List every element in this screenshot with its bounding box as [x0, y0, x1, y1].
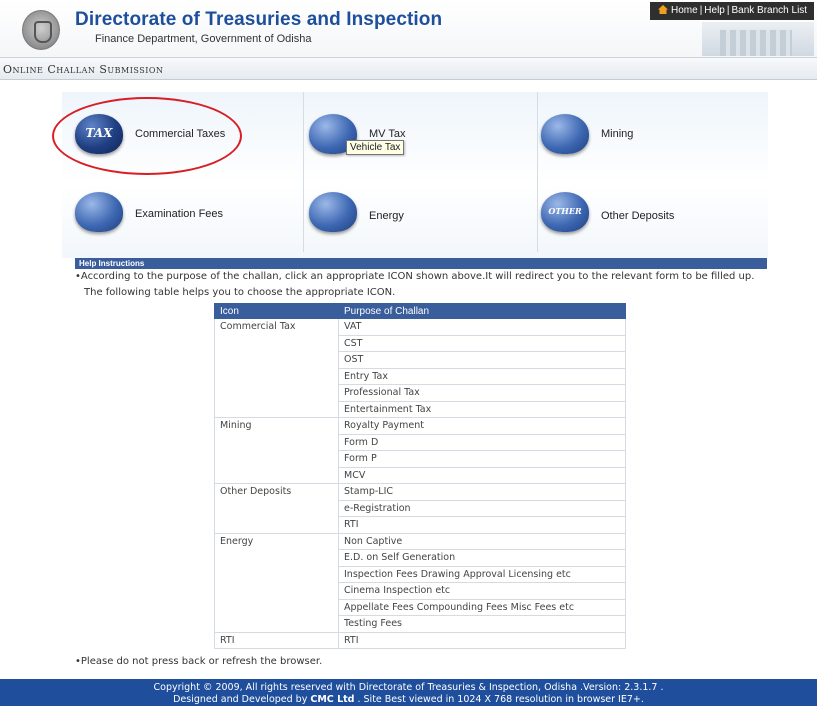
- purpose-cell: Testing Fees: [338, 615, 626, 633]
- purpose-cell: Entertainment Tax: [338, 400, 626, 418]
- site-footer: Copyright © 2009, All rights reserved wi…: [0, 679, 817, 706]
- site-title: Directorate of Treasuries and Inspection: [75, 9, 443, 30]
- purpose-cell: VAT: [338, 318, 626, 336]
- link-separator: |: [699, 5, 703, 16]
- icon-category-cell: Energy: [214, 532, 339, 633]
- commercial-taxes-label: Commercial Taxes: [135, 128, 226, 140]
- column-divider: [537, 92, 538, 252]
- table-row: Other Deposits Stamp-LIC: [214, 483, 626, 534]
- site-subtitle: Finance Department, Government of Odisha: [95, 33, 312, 45]
- table-body: Commercial Tax VAT CST OST Entry Tax Professi…: [214, 318, 626, 649]
- building-banner-image: [702, 22, 814, 56]
- home-icon[interactable]: [658, 5, 668, 14]
- commercial-taxes-button[interactable]: TAX Commercial Taxes: [75, 110, 225, 158]
- table-header-row: Icon Purpose of Challan: [214, 303, 626, 319]
- section-title: Online Challan Submission: [3, 63, 164, 76]
- table-row: Mining Royalty Payment: [214, 417, 626, 484]
- mining-label: Mining: [601, 128, 634, 140]
- footer-brand: CMC Ltd: [310, 694, 355, 705]
- top-links: Home | Help | Bank Branch List: [650, 2, 814, 20]
- other-deposits-label: Other Deposits: [601, 210, 675, 222]
- section-bar: Online Challan Submission: [0, 58, 817, 80]
- footer-credits: Designed and Developed by CMC Ltd . Site…: [0, 694, 817, 706]
- purpose-cell: CST: [338, 334, 626, 352]
- other-deposits-icon: OTHER: [541, 192, 589, 232]
- purpose-cell: e-Registration: [338, 499, 626, 517]
- table-header-icon: Icon: [214, 303, 339, 319]
- energy-button[interactable]: Energy: [309, 190, 439, 238]
- mv-tax-label: MV Tax: [369, 128, 406, 140]
- icon-category-cell: RTI: [214, 631, 339, 649]
- footer-copyright: Copyright © 2009, All rights reserved wi…: [153, 682, 664, 693]
- purpose-cell: RTI: [338, 631, 626, 649]
- back-refresh-notice: •Please do not press back or refresh the…: [75, 656, 323, 667]
- table-row: Energy Non Captive: [214, 532, 626, 633]
- vehicle-tax-tooltip: Vehicle Tax: [346, 140, 405, 155]
- icon-category-cell: Other Deposits: [214, 483, 339, 534]
- challan-guide-table: Icon Purpose of Challan Commercial Tax VA…: [214, 303, 626, 649]
- purpose-cell: E.D. on Self Generation: [338, 549, 626, 567]
- energy-icon: [309, 192, 357, 232]
- tax-icon: TAX: [75, 114, 123, 154]
- examination-fees-button[interactable]: Examination Fees: [75, 190, 225, 238]
- other-deposits-button[interactable]: OTHER Other Deposits: [541, 190, 701, 238]
- purpose-cell: MCV: [338, 466, 626, 484]
- purpose-cell: Non Captive: [338, 532, 626, 550]
- purpose-cell: RTI: [338, 516, 626, 534]
- link-separator: |: [726, 5, 730, 16]
- site-header: Directorate of Treasuries and Inspection…: [0, 0, 817, 58]
- footer-credits-suffix: . Site Best viewed in 1024 X 768 resolut…: [354, 694, 644, 705]
- examination-fees-label: Examination Fees: [135, 208, 224, 220]
- mining-button[interactable]: Mining: [541, 110, 661, 158]
- purpose-cell: Royalty Payment: [338, 417, 626, 435]
- purpose-cell: Inspection Fees Drawing Approval Licensi…: [338, 565, 626, 583]
- help-heading: Help Instructions: [75, 258, 767, 269]
- graduation-cap-icon: [75, 192, 123, 232]
- footer-credits-prefix: Designed and Developed by: [173, 694, 311, 705]
- home-link[interactable]: Home: [671, 5, 698, 16]
- help-link[interactable]: Help: [704, 5, 725, 16]
- purpose-cell: Cinema Inspection etc: [338, 582, 626, 600]
- help-line-2: The following table helps you to choose …: [84, 287, 396, 298]
- icon-category-cell: Commercial Tax: [214, 318, 339, 418]
- purpose-cell: Entry Tax: [338, 367, 626, 385]
- purpose-cell: Appellate Fees Compounding Fees Misc Fee…: [338, 598, 626, 616]
- purpose-cell: Form D: [338, 433, 626, 451]
- table-header-purpose: Purpose of Challan: [338, 303, 626, 319]
- odisha-emblem-icon: [22, 10, 60, 50]
- column-divider: [303, 92, 304, 252]
- purpose-cell: Professional Tax: [338, 384, 626, 402]
- table-row: Commercial Tax VAT: [214, 318, 626, 418]
- purpose-cell: OST: [338, 351, 626, 369]
- bank-branch-list-link[interactable]: Bank Branch List: [731, 5, 807, 16]
- table-row: RTI RTI: [214, 631, 626, 649]
- icon-category-cell: Mining: [214, 417, 339, 484]
- purpose-cell: Form P: [338, 450, 626, 468]
- energy-label: Energy: [369, 210, 404, 222]
- mining-cart-icon: [541, 114, 589, 154]
- purpose-cell: Stamp-LIC: [338, 483, 626, 501]
- help-line-1: •According to the purpose of the challan…: [75, 271, 755, 282]
